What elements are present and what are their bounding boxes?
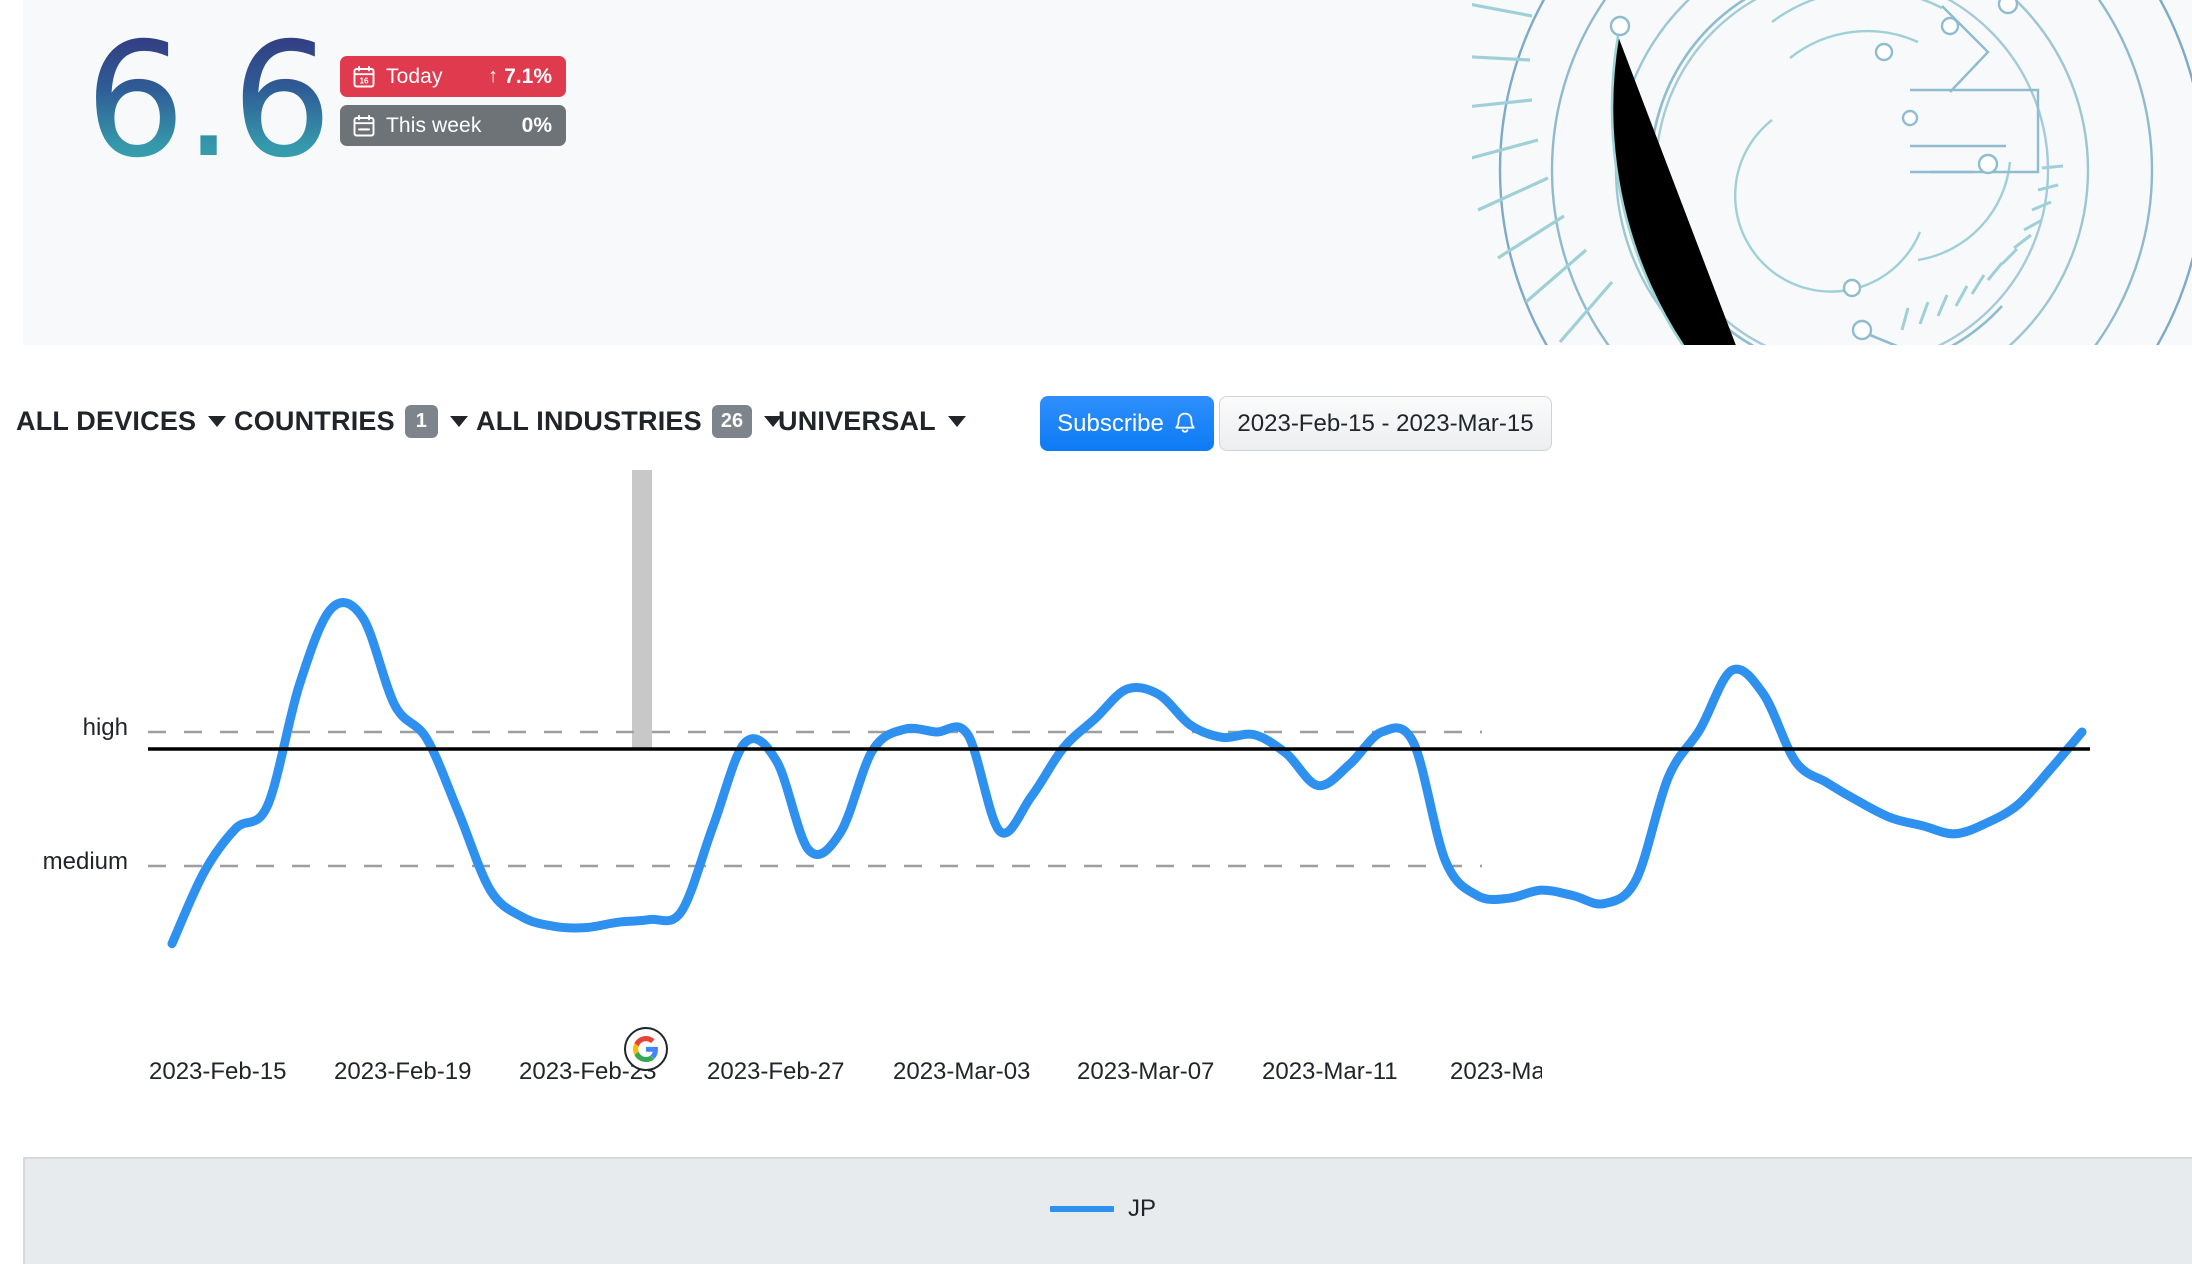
- filter-countries-count: 1: [404, 404, 438, 438]
- score-value: 6.6: [85, 9, 332, 193]
- badge-today-label: Today: [386, 64, 443, 88]
- subscribe-label: Subscribe: [1057, 409, 1164, 437]
- legend-label-jp: JP: [1128, 1195, 1157, 1222]
- badge-this-week: This week 0%: [340, 105, 566, 146]
- badge-today-pct: 7.1%: [504, 64, 552, 88]
- x-tick-6: 2023-Mar-11: [1262, 1058, 1398, 1085]
- badge-today: 16 Today ↑ 7.1%: [340, 56, 566, 97]
- legend-item-jp[interactable]: JP: [1050, 1195, 1156, 1223]
- badge-today-value: ↑ 7.1%: [488, 65, 552, 89]
- chevron-down-icon: [208, 415, 227, 427]
- date-range-value: 2023-Feb-15 - 2023-Mar-15: [1237, 409, 1534, 437]
- filter-countries[interactable]: COUNTRIES 1: [234, 390, 468, 452]
- google-update-marker[interactable]: [624, 1027, 668, 1071]
- badge-week-label: This week: [386, 113, 482, 137]
- calendar-week-icon: [353, 114, 375, 136]
- y-tick-medium: medium: [42, 848, 128, 875]
- chevron-down-icon: [449, 415, 468, 427]
- filter-all-industries-label: ALL INDUSTRIES: [476, 405, 702, 436]
- hero-panel: 6.6 16 Today ↑ 7.1% This week 0%: [23, 0, 2192, 345]
- x-tick-4: 2023-Mar-03: [893, 1058, 1031, 1085]
- subscribe-button[interactable]: Subscribe: [1040, 396, 1214, 451]
- arrow-up-icon: ↑: [488, 65, 499, 87]
- x-tick-5: 2023-Mar-07: [1077, 1058, 1215, 1085]
- badge-week-value: 0%: [522, 114, 552, 138]
- badge-week-pct: 0%: [521, 113, 552, 137]
- chart-axis: [148, 747, 2090, 751]
- filter-all-devices[interactable]: ALL DEVICES: [16, 390, 227, 452]
- google-g-icon: [633, 1036, 658, 1062]
- filter-all-industries[interactable]: ALL INDUSTRIES 26: [476, 390, 783, 452]
- x-tick-7: 2023-Mar-15: [1450, 1058, 1542, 1085]
- date-range-picker[interactable]: 2023-Feb-15 - 2023-Mar-15: [1219, 396, 1552, 451]
- svg-text:16: 16: [359, 76, 369, 85]
- x-tick-1: 2023-Feb-19: [334, 1058, 472, 1085]
- x-tick-0: 2023-Feb-15: [149, 1058, 287, 1085]
- filter-universal[interactable]: UNIVERSAL: [778, 390, 966, 452]
- chart-legend: JP: [23, 1157, 2192, 1264]
- calendar-day-icon: 16: [353, 65, 375, 87]
- filter-universal-label: UNIVERSAL: [778, 405, 936, 436]
- x-tick-3: 2023-Feb-27: [707, 1058, 845, 1085]
- filter-all-devices-label: ALL DEVICES: [16, 405, 197, 436]
- bell-icon: [1175, 412, 1195, 433]
- chevron-down-icon: [947, 415, 966, 427]
- page-root: 6.6 16 Today ↑ 7.1% This week 0% ALL DEV…: [0, 0, 2192, 1264]
- score-badges: 16 Today ↑ 7.1% This week 0%: [340, 56, 566, 154]
- filter-countries-label: COUNTRIES: [234, 405, 395, 436]
- filter-all-industries-count: 26: [711, 404, 753, 438]
- serp-volatility-chart: Advanced WEB RANKING: [0, 470, 2192, 1264]
- google-tech-circle-graphic: [1472, 0, 2192, 345]
- legend-swatch-jp: [1050, 1206, 1114, 1212]
- y-tick-high: high: [82, 714, 128, 741]
